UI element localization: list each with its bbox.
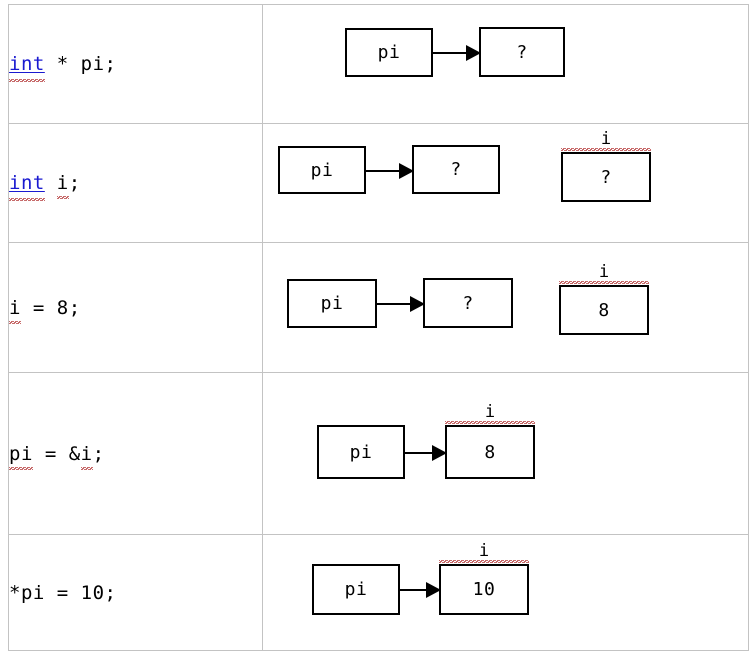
pointer-box-row-2: pi <box>278 146 366 194</box>
variable-box-row-3: 8 <box>559 285 649 335</box>
table-row: *pi = 10; pi i 10 <box>8 534 749 651</box>
code-statement-row-2: int i; <box>9 172 81 201</box>
pointer-arrow-row-1 <box>433 45 481 61</box>
code-statement-row-1: int * pi; <box>9 51 262 82</box>
code-identifier-i-row-4: i <box>80 442 93 470</box>
memory-diagram-row-5: pi i 10 <box>263 535 748 650</box>
pointer-arrow-row-2 <box>366 163 414 179</box>
variable-name-label-row-3: i <box>559 263 649 284</box>
target-box-row-2: ? <box>412 145 500 194</box>
code-identifier-row-2: i <box>56 172 69 199</box>
pointer-box-row-5: pi <box>312 564 400 615</box>
code-cell-row-4: pi = &i; <box>8 372 263 535</box>
table-row: int * pi; pi ? <box>8 4 749 124</box>
code-cell-row-5: *pi = 10; <box>8 534 263 651</box>
memory-diagram-row-4: pi i 8 <box>263 373 748 534</box>
variable-name-label-row-4: i <box>445 403 535 424</box>
pointer-box-row-1: pi <box>345 28 433 77</box>
pointer-diagram-table: int * pi; pi ? int i; pi ? i ? i = 8; pi… <box>8 4 749 651</box>
memory-diagram-row-1: pi ? <box>263 5 748 123</box>
diagram-cell-row-5: pi i 10 <box>262 534 749 651</box>
table-row: pi = &i; pi i 8 <box>8 372 749 535</box>
code-cell-row-2: int i; <box>8 123 263 243</box>
code-identifier-row-3: i <box>9 296 21 324</box>
diagram-cell-row-4: pi i 8 <box>262 372 749 535</box>
pointer-arrow-row-5 <box>400 582 441 598</box>
pointer-arrow-row-4 <box>405 445 447 461</box>
diagram-cell-row-2: pi ? i ? <box>262 123 749 243</box>
code-rest-row-1: * pi; <box>44 53 117 75</box>
memory-diagram-row-2: pi ? i ? <box>263 124 748 242</box>
pointer-box-row-4: pi <box>317 425 405 479</box>
table-row: i = 8; pi ? i 8 <box>8 242 749 373</box>
code-statement-row-3: i = 8; <box>9 296 81 324</box>
code-cell-row-1: int * pi; <box>8 4 263 124</box>
diagram-cell-row-3: pi ? i 8 <box>262 242 749 373</box>
memory-diagram-row-3: pi ? i 8 <box>263 243 748 372</box>
target-box-row-4: 8 <box>445 425 535 479</box>
variable-box-row-2: ? <box>561 152 651 202</box>
diagram-cell-row-1: pi ? <box>262 4 749 124</box>
variable-name-label-row-5: i <box>439 542 529 563</box>
target-box-row-1: ? <box>479 27 565 77</box>
code-keyword-row-1: int <box>9 53 45 82</box>
variable-name-label-row-2: i <box>561 130 651 151</box>
target-box-row-3: ? <box>423 278 513 328</box>
code-statement-row-5: *pi = 10; <box>9 581 117 604</box>
code-identifier-pi-row-4: pi <box>9 442 33 470</box>
pointer-arrow-row-3 <box>377 296 425 312</box>
code-statement-row-4: pi = &i; <box>9 442 105 470</box>
pointer-box-row-3: pi <box>287 279 377 328</box>
code-cell-row-3: i = 8; <box>8 242 263 373</box>
pointer-diagram-table-wrapper: int * pi; pi ? int i; pi ? i ? i = 8; pi… <box>8 4 749 652</box>
table-row: int i; pi ? i ? <box>8 123 749 243</box>
code-keyword-row-2: int <box>9 172 45 201</box>
target-box-row-5: 10 <box>439 564 529 615</box>
